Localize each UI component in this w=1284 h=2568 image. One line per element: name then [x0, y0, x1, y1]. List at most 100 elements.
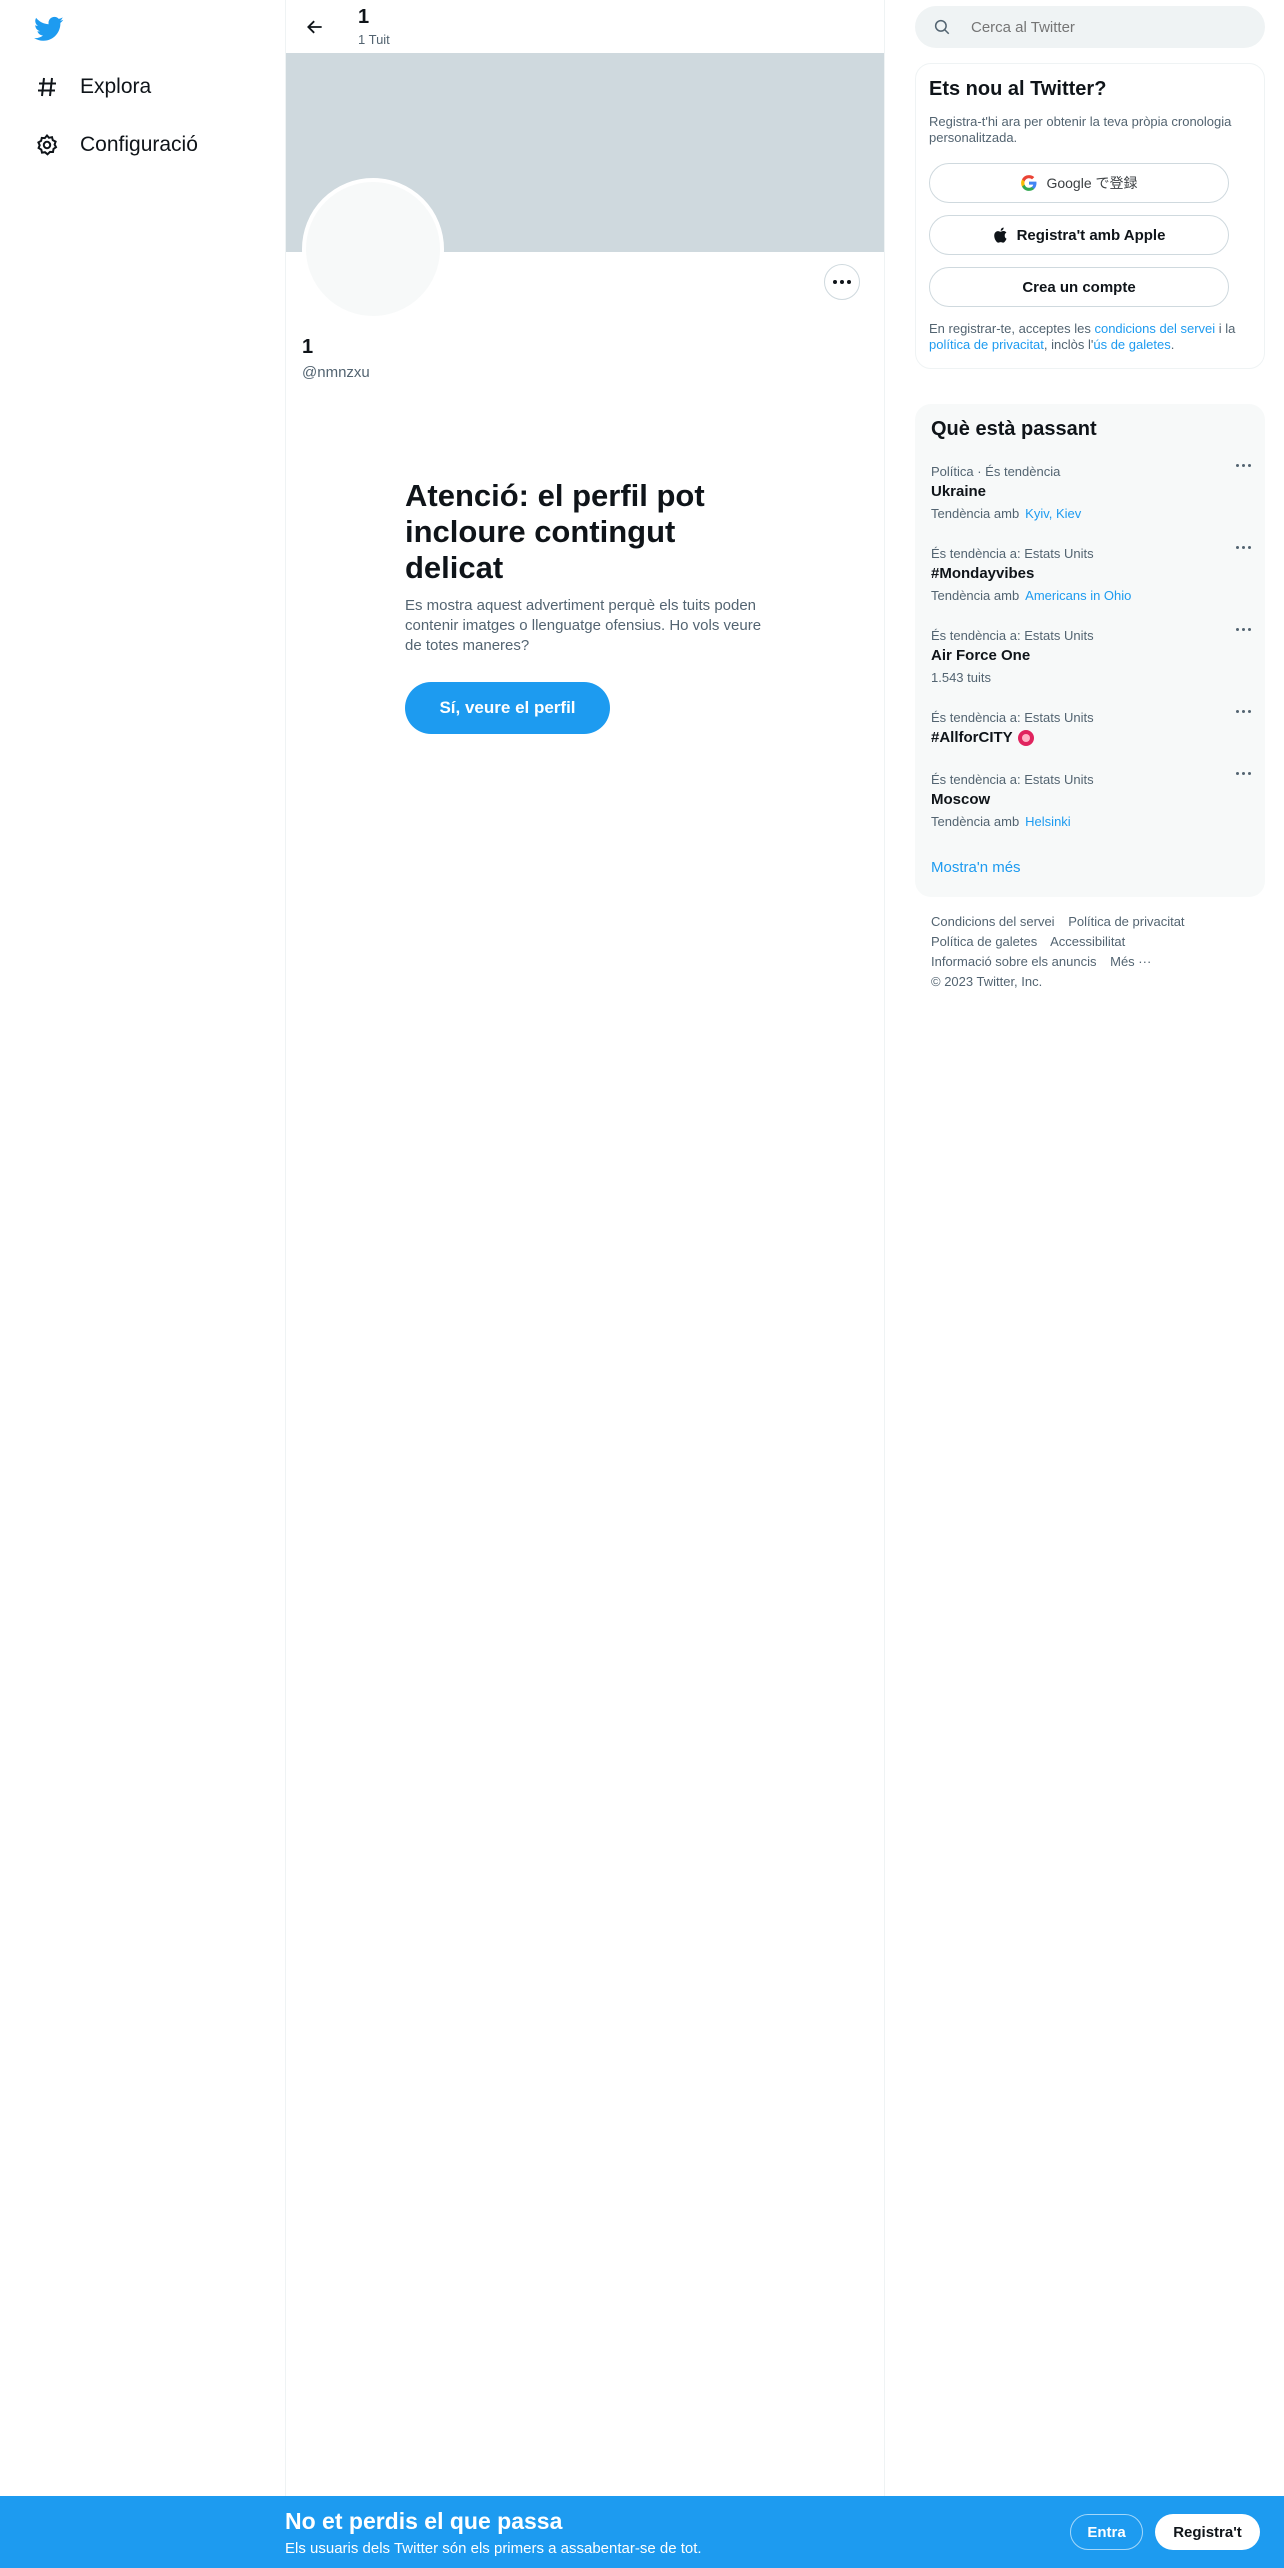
left-nav: Explora Configuració — [0, 0, 285, 2568]
trend-more-button[interactable] — [1236, 628, 1251, 631]
profile-header-bar: 1 1 Tuit — [286, 0, 884, 53]
header-tweet-count: 1 Tuit — [358, 32, 390, 47]
more-options-button[interactable] — [824, 264, 860, 300]
terms-text: En registrar-te, acceptes les — [929, 321, 1095, 336]
warning-title: Atenció: el perfil pot incloure contingu… — [405, 478, 705, 585]
trend-item[interactable]: És tendència a: Estats Units #Mondayvibe… — [931, 546, 1251, 603]
google-signup-button[interactable]: Google で登録 — [929, 163, 1229, 203]
gear-icon — [34, 132, 60, 158]
trend-meta: És tendència a: Estats Units — [931, 546, 1094, 561]
bottom-bar-subtitle: Els usuaris dels Twitter són els primers… — [285, 2540, 702, 2557]
trend-more-button[interactable] — [1236, 464, 1251, 467]
trend-name: Moscow — [931, 791, 991, 808]
trend-meta: És tendència a: Estats Units — [931, 710, 1094, 725]
avatar[interactable] — [302, 178, 444, 320]
terms-text: i la — [1215, 321, 1236, 336]
footer-row: Informació sobre els anuncis Més ··· — [931, 952, 1251, 972]
ellipsis-icon — [1236, 546, 1251, 549]
google-signup-label: Google で登録 — [1046, 175, 1138, 191]
ellipsis-icon — [833, 280, 851, 284]
apple-signup-button[interactable]: Registra't amb Apple — [929, 215, 1229, 255]
trend-more-button[interactable] — [1236, 710, 1251, 713]
trend-more-button[interactable] — [1236, 772, 1251, 775]
footer-link-ads-info[interactable]: Informació sobre els anuncis — [931, 954, 1096, 969]
footer-link-privacy[interactable]: Política de privacitat — [1068, 914, 1184, 929]
main-column: 1 1 Tuit 1 @nmnzxu Atenció: el perfil po… — [286, 0, 884, 2568]
nav-item-settings[interactable]: Configuració — [34, 120, 198, 170]
ellipsis-icon — [1236, 628, 1251, 631]
trend-item[interactable]: És tendència a: Estats Units #AllforCITY — [931, 710, 1251, 746]
trend-name: #AllforCITY — [931, 729, 1013, 746]
trends-title: Què està passant — [931, 418, 1097, 440]
trend-context-link[interactable]: Kyiv, Kiev — [1025, 506, 1081, 521]
hashtag-icon — [34, 74, 60, 100]
search-box[interactable] — [915, 6, 1265, 48]
footer-row: Condicions del servei Política de privac… — [931, 912, 1251, 932]
footer-link-more[interactable]: Més ··· — [1110, 954, 1151, 969]
profile-handle: @nmnzxu — [302, 364, 370, 381]
signup-description: Registra-t'hi ara per obtenir la teva pr… — [929, 114, 1232, 145]
google-icon — [1020, 174, 1038, 192]
signup-card: Ets nou al Twitter? Registra-t'hi ara pe… — [915, 63, 1265, 369]
trend-context-text: Tendència amb — [931, 588, 1020, 603]
trend-meta: Política · És tendència — [931, 464, 1061, 479]
ellipsis-icon — [1236, 772, 1251, 775]
terms-of-service-link[interactable]: condicions del servei — [1094, 321, 1215, 336]
trend-item[interactable]: Política · És tendència Ukraine Tendènci… — [931, 464, 1251, 521]
footer-link-cookies[interactable]: Política de galetes — [931, 934, 1037, 949]
footer-links: Condicions del servei Política de privac… — [931, 912, 1251, 992]
sensitive-content-warning: Atenció: el perfil pot incloure contingu… — [405, 478, 765, 734]
right-divider — [884, 0, 885, 2568]
signup-terms: En registrar-te, acceptes les condicions… — [929, 321, 1259, 353]
trends-card: Què està passant Política · És tendència… — [915, 404, 1265, 897]
trend-context: Tendència amb Helsinki — [931, 814, 1251, 829]
trend-context-link[interactable]: Americans in Ohio — [1025, 588, 1131, 603]
show-more-link[interactable]: Mostra'n més — [931, 859, 1021, 876]
trend-meta: És tendència a: Estats Units — [931, 628, 1094, 643]
login-button[interactable]: Entra — [1070, 2514, 1143, 2550]
ellipsis-icon — [1236, 464, 1251, 467]
trend-context-text: Tendència amb — [931, 506, 1020, 521]
trend-tweet-count: 1.543 tuits — [931, 670, 991, 685]
trend-name: Ukraine — [931, 483, 987, 500]
signup-button[interactable]: Registra't — [1155, 2514, 1260, 2550]
trend-item[interactable]: És tendència a: Estats Units Air Force O… — [931, 628, 1251, 685]
create-account-button[interactable]: Crea un compte — [929, 267, 1229, 307]
signup-title: Ets nou al Twitter? — [929, 78, 1107, 100]
header-title: 1 — [358, 6, 370, 28]
ellipsis-icon — [1236, 710, 1251, 713]
bottom-bar-title: No et perdis el que passa — [285, 2508, 563, 2534]
trend-more-button[interactable] — [1236, 546, 1251, 549]
footer-link-terms[interactable]: Condicions del servei — [931, 914, 1055, 929]
trend-item[interactable]: És tendència a: Estats Units Moscow Tend… — [931, 772, 1251, 829]
cookie-use-link[interactable]: ús de galetes — [1093, 337, 1170, 352]
trend-context: Tendència amb Kyiv, Kiev — [931, 506, 1251, 521]
back-arrow-icon[interactable] — [300, 12, 330, 42]
profile-name: 1 — [302, 336, 314, 358]
trend-context: Tendència amb Americans in Ohio — [931, 588, 1251, 603]
nav-item-label: Configuració — [80, 133, 198, 156]
team-emoji-icon — [1017, 729, 1034, 746]
twitter-bird-icon[interactable] — [32, 14, 66, 44]
search-input[interactable] — [971, 18, 1231, 36]
nav-item-explore[interactable]: Explora — [34, 62, 151, 112]
warning-body: Es mostra aquest advertiment perquè els … — [405, 597, 762, 654]
terms-text: , inclòs l' — [1043, 337, 1094, 352]
footer-copyright: © 2023 Twitter, Inc. — [931, 974, 1043, 989]
privacy-policy-link[interactable]: política de privacitat — [929, 337, 1044, 352]
terms-text: . — [1170, 337, 1175, 352]
nav-item-label: Explora — [80, 75, 152, 98]
trend-meta: És tendència a: Estats Units — [931, 772, 1094, 787]
footer-link-accessibility[interactable]: Accessibilitat — [1050, 934, 1125, 949]
bottom-signup-bar: No et perdis el que passa Els usuaris de… — [0, 2496, 1284, 2568]
trend-context-link[interactable]: Helsinki — [1025, 814, 1071, 829]
apple-icon — [993, 226, 1009, 244]
apple-signup-label: Registra't amb Apple — [1016, 226, 1166, 244]
view-profile-button[interactable]: Sí, veure el perfil — [405, 682, 610, 734]
footer-row: Política de galetes Accessibilitat — [931, 932, 1251, 952]
trend-context-text: Tendència amb — [931, 814, 1020, 829]
trend-context: 1.543 tuits — [931, 670, 1251, 685]
trend-name-row: #AllforCITY — [931, 729, 1251, 746]
trend-name: #Mondayvibes — [931, 565, 1035, 582]
search-icon — [933, 18, 951, 36]
